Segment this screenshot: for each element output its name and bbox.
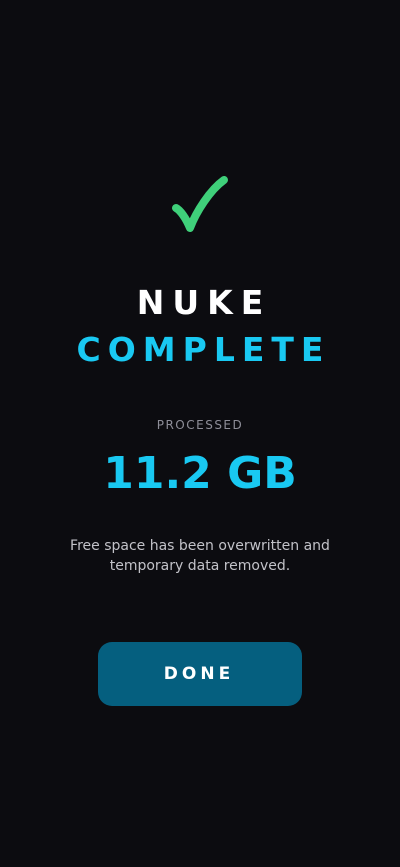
- processed-value: 11.2 GB: [103, 448, 297, 499]
- done-button[interactable]: DONE: [98, 642, 302, 706]
- processed-label: PROCESSED: [156, 418, 244, 432]
- checkmark-icon: [0, 172, 400, 242]
- title-complete: COMPLETE: [76, 330, 331, 369]
- completion-description: Free space has been overwritten and temp…: [70, 538, 330, 574]
- nuke-complete-screen: NUKE COMPLETE PROCESSED 11.2 GB Free spa…: [0, 0, 400, 867]
- title-nuke: NUKE: [136, 283, 272, 322]
